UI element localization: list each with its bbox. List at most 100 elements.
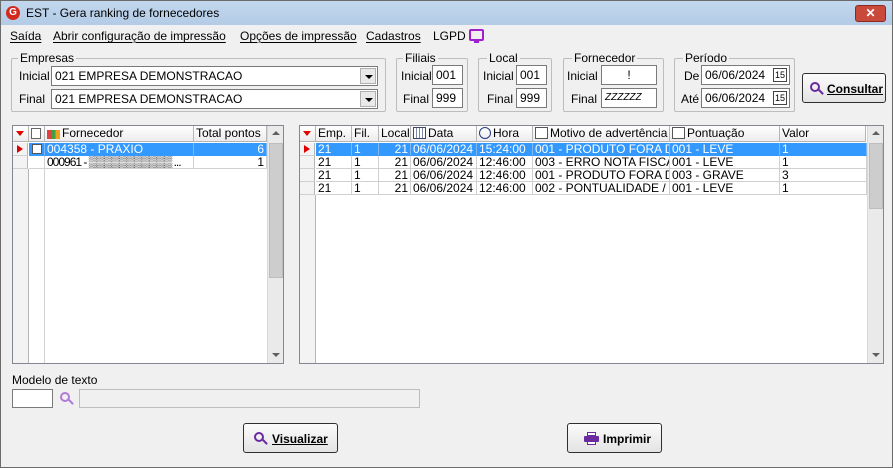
title-bar: G EST - Gera ranking de fornecedores ✕: [1, 1, 892, 25]
fornecedor-inicial-field[interactable]: !: [601, 65, 657, 85]
column-emp[interactable]: Emp.: [316, 126, 352, 142]
column-fornecedor[interactable]: Fornecedor: [45, 126, 194, 142]
event-row[interactable]: 21 1 21 06/06/2024 12:46:00 003 - ERRO N…: [300, 156, 867, 169]
close-button[interactable]: ✕: [855, 5, 886, 22]
filial-final-field[interactable]: 999: [432, 88, 463, 108]
empresa-inicial-combo[interactable]: 021 EMPRESA DEMONSTRACAO: [51, 66, 378, 86]
scroll-up-icon[interactable]: [268, 126, 283, 142]
event-row[interactable]: 21 1 21 06/06/2024 12:46:00 002 - PONTUA…: [300, 182, 867, 195]
motivo-cell: 002 - PONTUALIDADE / ...: [533, 182, 670, 195]
modelo-code-field[interactable]: [12, 389, 53, 408]
column-fil[interactable]: Fil.: [352, 126, 379, 142]
column-valor[interactable]: Valor: [780, 126, 866, 142]
data-cell: 06/06/2024: [411, 182, 477, 195]
grid-sort-header[interactable]: [300, 126, 316, 142]
filial-inicial-label: Inicial: [401, 69, 432, 83]
imprimir-button[interactable]: Imprimir: [567, 423, 662, 453]
data-cell: 06/06/2024: [411, 143, 477, 156]
chevron-down-icon[interactable]: [360, 91, 376, 107]
consultar-label: Consultar: [827, 82, 884, 96]
events-grid[interactable]: Emp. Fil. Local Data Hora Motivo de adve…: [299, 125, 884, 364]
chevron-down-icon[interactable]: [360, 68, 376, 84]
consultar-button[interactable]: Consultar: [802, 73, 886, 103]
search-icon: [254, 432, 268, 445]
indicator-column: [300, 195, 316, 363]
scroll-up-icon[interactable]: [868, 126, 883, 142]
fil-cell: 1: [352, 169, 379, 182]
supplier-name-cell: 000961 - ▒▒▒▒▒▒▒▒▒▒▒ ...: [45, 156, 194, 169]
column-total-pontos[interactable]: Total pontos: [194, 126, 267, 142]
indicator-column: [13, 169, 29, 363]
window-title: EST - Gera ranking de fornecedores: [26, 6, 220, 20]
scroll-thumb[interactable]: [869, 143, 883, 209]
main-window: G EST - Gera ranking de fornecedores ✕ S…: [0, 0, 893, 468]
periodo-ate-field[interactable]: 06/06/2024 15: [701, 88, 790, 108]
column-motivo[interactable]: Motivo de advertência: [533, 126, 670, 142]
sort-down-icon: [303, 131, 311, 136]
valor-cell: 1: [780, 182, 867, 195]
supplier-total-cell: 1: [194, 156, 267, 169]
valor-cell: 3: [780, 169, 867, 182]
column-pontuacao[interactable]: Pontuação: [670, 126, 780, 142]
calendar-icon: [413, 127, 426, 139]
clock-icon: [479, 127, 491, 139]
fil-cell: 1: [352, 182, 379, 195]
grid-sort-header[interactable]: [13, 126, 29, 142]
supplier-name-cell: 004358 - PRAXIO: [45, 143, 194, 156]
search-icon[interactable]: [60, 392, 74, 405]
row-checkbox[interactable]: [32, 144, 42, 154]
emp-cell: 21: [316, 182, 352, 195]
menu-abrir-configuracao[interactable]: Abrir configuração de impressão: [53, 29, 226, 43]
empresa-final-label: Final: [19, 92, 46, 106]
supplier-row[interactable]: 004358 - PRAXIO 6: [13, 143, 267, 156]
column-local[interactable]: Local: [379, 126, 411, 142]
column-data[interactable]: Data: [411, 126, 477, 142]
suppliers-scrollbar[interactable]: [267, 126, 283, 363]
local-inicial-field[interactable]: 001: [516, 65, 547, 85]
suppliers-grid[interactable]: Fornecedor Total pontos 004358 - PRAXIO …: [12, 125, 284, 364]
supplier-row[interactable]: 000961 - ▒▒▒▒▒▒▒▒▒▒▒ ... 1: [13, 156, 267, 169]
visualizar-label: Visualizar: [272, 432, 328, 446]
monitor-icon[interactable]: [469, 29, 484, 43]
valor-cell: 1: [780, 156, 867, 169]
periodo-label: Período: [683, 51, 730, 65]
visualizar-button[interactable]: Visualizar: [243, 423, 338, 453]
menu-lgpd[interactable]: LGPD: [433, 29, 466, 43]
row-indicator: [300, 156, 315, 169]
empresa-final-combo[interactable]: 021 EMPRESA DEMONSTRACAO: [51, 89, 378, 109]
periodo-de-value: 06/06/2024: [705, 68, 766, 82]
filiais-label: Filiais: [403, 51, 438, 65]
column-hora[interactable]: Hora: [477, 126, 533, 142]
valor-cell: 1: [780, 143, 867, 156]
event-row[interactable]: 21 1 21 06/06/2024 15:24:00 001 - PRODUT…: [300, 143, 867, 156]
empresas-label: Empresas: [18, 51, 77, 65]
local-final-field[interactable]: 999: [516, 88, 547, 108]
scroll-down-icon[interactable]: [868, 347, 883, 363]
filial-inicial-field[interactable]: 001: [432, 65, 463, 85]
motivo-cell: 001 - PRODUTO FORA D...: [533, 143, 670, 156]
modelo-texto-label: Modelo de texto: [12, 373, 98, 387]
row-checkbox-cell[interactable]: [29, 156, 45, 169]
data-cell: 06/06/2024: [411, 169, 477, 182]
imprimir-label: Imprimir: [603, 432, 652, 446]
local-cell: 21: [379, 156, 411, 169]
events-scrollbar[interactable]: [867, 126, 883, 363]
row-indicator: [300, 143, 315, 156]
search-icon: [810, 82, 824, 95]
pontuacao-cell: 001 - LEVE: [670, 182, 780, 195]
calendar-icon[interactable]: 15: [773, 68, 787, 82]
periodo-de-field[interactable]: 06/06/2024 15: [701, 65, 790, 85]
fornecedor-final-field[interactable]: ZZZZZZ: [601, 88, 657, 108]
hora-cell: 15:24:00: [477, 143, 533, 156]
menu-opcoes-impressao[interactable]: Opções de impressão: [240, 29, 357, 43]
modelo-description-field: [79, 389, 420, 408]
menu-cadastros[interactable]: Cadastros: [366, 29, 421, 43]
select-column-header[interactable]: [29, 126, 45, 142]
calendar-icon[interactable]: 15: [773, 91, 787, 105]
row-checkbox-cell[interactable]: [29, 143, 45, 156]
menu-saida[interactable]: Saída: [10, 29, 41, 43]
scroll-down-icon[interactable]: [268, 347, 283, 363]
sort-down-icon: [16, 131, 24, 136]
scroll-thumb[interactable]: [269, 143, 283, 278]
event-row[interactable]: 21 1 21 06/06/2024 12:46:00 001 - PRODUT…: [300, 169, 867, 182]
